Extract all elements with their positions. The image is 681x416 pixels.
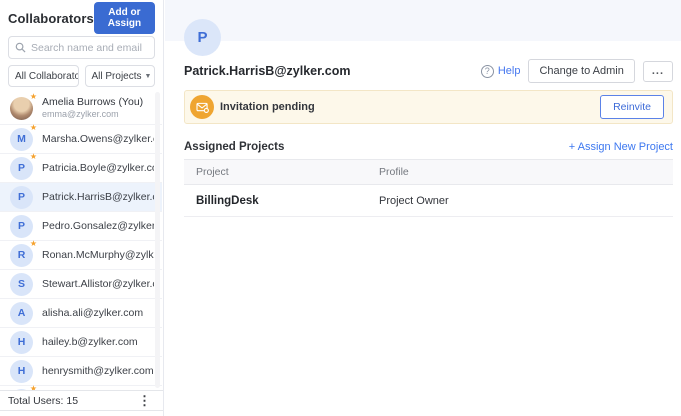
collaborator-avatar: P [10, 186, 33, 209]
avatar-initial: H [18, 336, 26, 348]
admin-star-badge: ★ [30, 240, 37, 248]
project-filter-value: All Projects [92, 71, 142, 82]
collaborator-filter-value: All Collaborato... [15, 71, 79, 82]
search-icon [15, 42, 26, 53]
invitation-pending-text: Invitation pending [220, 101, 600, 113]
collaborator-list: ★ Amelia Burrows (You)emma@zylker.com M … [0, 92, 162, 390]
collaborator-list-item[interactable]: S Stewart.Allistor@zylker.com [0, 270, 162, 299]
collaborator-avatar: P [10, 215, 33, 238]
avatar-initial: P [18, 191, 25, 203]
avatar-initial: M [17, 133, 26, 145]
avatar-initial: S [18, 278, 25, 290]
table-header-row: Project Profile [184, 159, 673, 185]
help-label: Help [498, 65, 521, 77]
collaborator-label: hailey.b@zylker.com [42, 336, 138, 348]
profile-cell: Project Owner [367, 195, 673, 207]
collaborator-email: emma@zylker.com [42, 109, 143, 120]
envelope-pending-icon [190, 95, 214, 119]
sidebar-title: Collaborators [8, 11, 94, 26]
add-or-assign-button[interactable]: Add or Assign [94, 2, 155, 34]
collaborator-list-item[interactable]: P Pedro.Gonsalez@zylker.com [0, 212, 162, 241]
collaborator-list-item[interactable]: R ★ Ronan.McMurphy@zylker.com [0, 241, 162, 270]
profile-avatar-initial: P [197, 29, 207, 46]
collaborator-list-item[interactable]: A alisha.ali@zylker.com [0, 299, 162, 328]
detail-header: Patrick.HarrisB@zylker.com ? Help Change… [184, 58, 673, 84]
collaborator-name: Amelia Burrows (You) [42, 96, 143, 109]
collaborator-avatar: S [10, 273, 33, 296]
assigned-projects-section-header: Assigned Projects + Assign New Project [184, 141, 673, 153]
avatar-initial: A [18, 307, 26, 319]
collaborator-list-item[interactable]: H hailey.b@zylker.com [0, 328, 162, 357]
column-header-project: Project [184, 166, 367, 178]
assigned-projects-table: Project Profile BillingDesk Project Owne… [184, 159, 673, 217]
collaborator-label: Patricia.Boyle@zylker.com [42, 162, 154, 174]
collaborator-label: henrysmith@zylker.com [42, 365, 154, 377]
collaborator-list-item[interactable]: P ★ Patricia.Boyle@zylker.com [0, 154, 162, 183]
admin-star-badge: ★ [30, 93, 37, 101]
collaborator-avatar: P ★ [10, 157, 33, 180]
collaborator-list-item[interactable]: M ★ Marsha.Owens@zylker.com [0, 125, 162, 154]
collaborator-filter-dropdown[interactable]: All Collaborato... ▼ [8, 65, 79, 87]
collaborator-avatar: M ★ [10, 128, 33, 151]
reinvite-button[interactable]: Reinvite [600, 95, 664, 119]
header-band [165, 0, 681, 41]
total-users-label: Total Users: 15 [8, 395, 78, 407]
collaborator-detail-panel: P Patrick.HarrisB@zylker.com ? Help Chan… [165, 0, 681, 416]
kebab-menu-icon[interactable]: ⋮ [138, 394, 151, 407]
help-link[interactable]: ? Help [481, 65, 521, 78]
avatar-initial: R [18, 249, 26, 261]
collaborators-sidebar: Collaborators Add or Assign All Collabor… [0, 0, 164, 416]
avatar-initial: H [18, 365, 26, 377]
sidebar-scrollbar[interactable] [155, 92, 160, 388]
table-row[interactable]: BillingDesk Project Owner [184, 185, 673, 217]
header-actions: ? Help Change to Admin ... [481, 59, 673, 83]
app-window: Collaborators Add or Assign All Collabor… [0, 0, 681, 416]
project-filter-dropdown[interactable]: All Projects ▼ [85, 65, 156, 87]
collaborator-label: Pedro.Gonsalez@zylker.com [42, 220, 154, 232]
column-header-profile: Profile [367, 166, 673, 178]
invitation-pending-banner: Invitation pending Reinvite [184, 90, 673, 124]
search-input[interactable] [31, 42, 148, 54]
project-name-cell: BillingDesk [184, 195, 367, 207]
help-icon: ? [481, 65, 494, 78]
collaborator-list-item[interactable]: ★ Amelia Burrows (You)emma@zylker.com [0, 92, 162, 125]
admin-star-badge: ★ [30, 153, 37, 161]
collaborator-label: Stewart.Allistor@zylker.com [42, 278, 154, 290]
collaborator-avatar: ★ [10, 97, 33, 120]
more-options-button[interactable]: ... [643, 61, 673, 82]
sidebar-footer: Total Users: 15 ⋮ [0, 390, 163, 411]
assign-new-project-link[interactable]: + Assign New Project [569, 141, 673, 153]
collaborator-avatar: R ★ [10, 244, 33, 267]
collaborator-avatar: A [10, 302, 33, 325]
avatar-initial: P [18, 220, 25, 232]
admin-star-badge: ★ [30, 124, 37, 132]
collaborator-list-item[interactable]: P Patrick.HarrisB@zylker.com [0, 183, 162, 212]
collaborator-avatar: H [10, 331, 33, 354]
filter-row: All Collaborato... ▼ All Projects ▼ [8, 65, 155, 87]
collaborator-label: Amelia Burrows (You)emma@zylker.com [42, 96, 143, 120]
collaborator-avatar: H [10, 360, 33, 383]
change-to-admin-button[interactable]: Change to Admin [528, 59, 634, 83]
page-title: Patrick.HarrisB@zylker.com [184, 64, 350, 78]
search-box[interactable] [8, 36, 155, 59]
avatar-initial: P [18, 162, 25, 174]
sidebar-header: Collaborators Add or Assign [8, 6, 155, 30]
chevron-down-icon: ▼ [145, 73, 152, 80]
collaborator-label: Ronan.McMurphy@zylker.com [42, 249, 154, 261]
collaborator-label: Marsha.Owens@zylker.com [42, 133, 154, 145]
table-body: BillingDesk Project Owner [184, 185, 673, 217]
collaborator-label: Patrick.HarrisB@zylker.com [42, 191, 154, 203]
collaborator-label: alisha.ali@zylker.com [42, 307, 143, 319]
profile-avatar: P [184, 19, 221, 56]
collaborator-list-item[interactable]: H henrysmith@zylker.com [0, 357, 162, 386]
assigned-projects-heading: Assigned Projects [184, 141, 284, 153]
